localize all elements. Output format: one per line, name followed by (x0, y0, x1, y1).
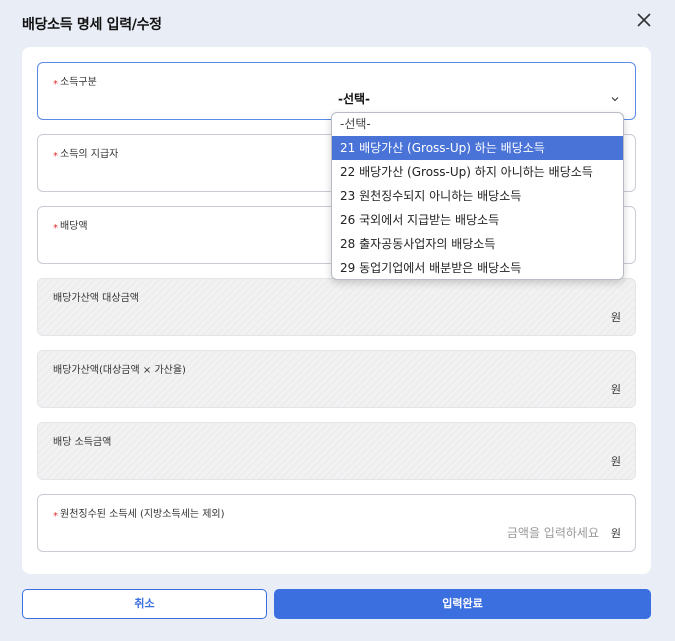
unit-label: 원 (610, 455, 621, 468)
close-icon[interactable] (632, 8, 656, 32)
grossup-amount-field: 배당가산액(대상금액 × 가산율) 원 (37, 350, 636, 408)
dividend-income-label: 배당 소득금액 (53, 437, 112, 448)
chevron-down-icon (611, 97, 619, 102)
withheld-tax-label-text: 원천징수된 소득세 (지방소득세는 제외) (60, 509, 225, 520)
withheld-tax-input[interactable]: 금액을 입력하세요 (507, 524, 599, 541)
unit-label: 원 (610, 311, 621, 324)
unit-label: 원 (610, 527, 621, 540)
dividend-amount-label: * 배당액 (53, 217, 88, 234)
dropdown-option[interactable]: 23 원천징수되지 아니하는 배당소득 (332, 184, 623, 208)
dropdown-option-highlighted[interactable]: 21 배당가산 (Gross-Up) 하는 배당소득 (332, 136, 623, 160)
close-icon-glyph (637, 13, 651, 27)
income-type-label-text: 소득구분 (60, 77, 97, 88)
required-mark: * (53, 79, 58, 90)
dropdown-option[interactable]: 29 동업기업에서 배분받은 배당소득 (332, 256, 623, 279)
dropdown-option[interactable]: -선택- (332, 113, 623, 136)
submit-button[interactable]: 입력완료 (274, 589, 651, 619)
dropdown-option[interactable]: 26 국외에서 지급받는 배당소득 (332, 208, 623, 232)
withheld-tax-field[interactable]: * 원천징수된 소득세 (지방소득세는 제외) 금액을 입력하세요 원 (37, 494, 636, 552)
grossup-base-field: 배당가산액 대상금액 원 (37, 278, 636, 336)
payer-label: * 소득의 지급자 (53, 145, 119, 162)
grossup-base-label: 배당가산액 대상금액 (53, 293, 139, 304)
cancel-button[interactable]: 취소 (22, 589, 267, 619)
required-mark: * (53, 223, 58, 234)
income-type-dropdown[interactable]: -선택- 21 배당가산 (Gross-Up) 하는 배당소득 22 배당가산 … (331, 112, 624, 280)
income-type-value: -선택- (338, 92, 371, 106)
required-mark: * (53, 511, 58, 522)
unit-label: 원 (610, 383, 621, 396)
dividend-income-dialog: 배당소득 명세 입력/수정 * 소득구분 -선택- * 소득의 지급자 * 배당액 (0, 0, 675, 641)
withheld-tax-label: * 원천징수된 소득세 (지방소득세는 제외) (53, 505, 225, 522)
dividend-income-field: 배당 소득금액 원 (37, 422, 636, 480)
dropdown-option[interactable]: 28 출자공동사업자의 배당소득 (332, 232, 623, 256)
payer-label-text: 소득의 지급자 (60, 149, 119, 160)
required-mark: * (53, 151, 58, 162)
dropdown-option[interactable]: 22 배당가산 (Gross-Up) 하지 아니하는 배당소득 (332, 160, 623, 184)
dialog-title: 배당소득 명세 입력/수정 (22, 17, 162, 33)
grossup-amount-label: 배당가산액(대상금액 × 가산율) (53, 365, 186, 376)
income-type-label: * 소득구분 (53, 73, 97, 90)
dividend-amount-label-text: 배당액 (60, 221, 88, 232)
